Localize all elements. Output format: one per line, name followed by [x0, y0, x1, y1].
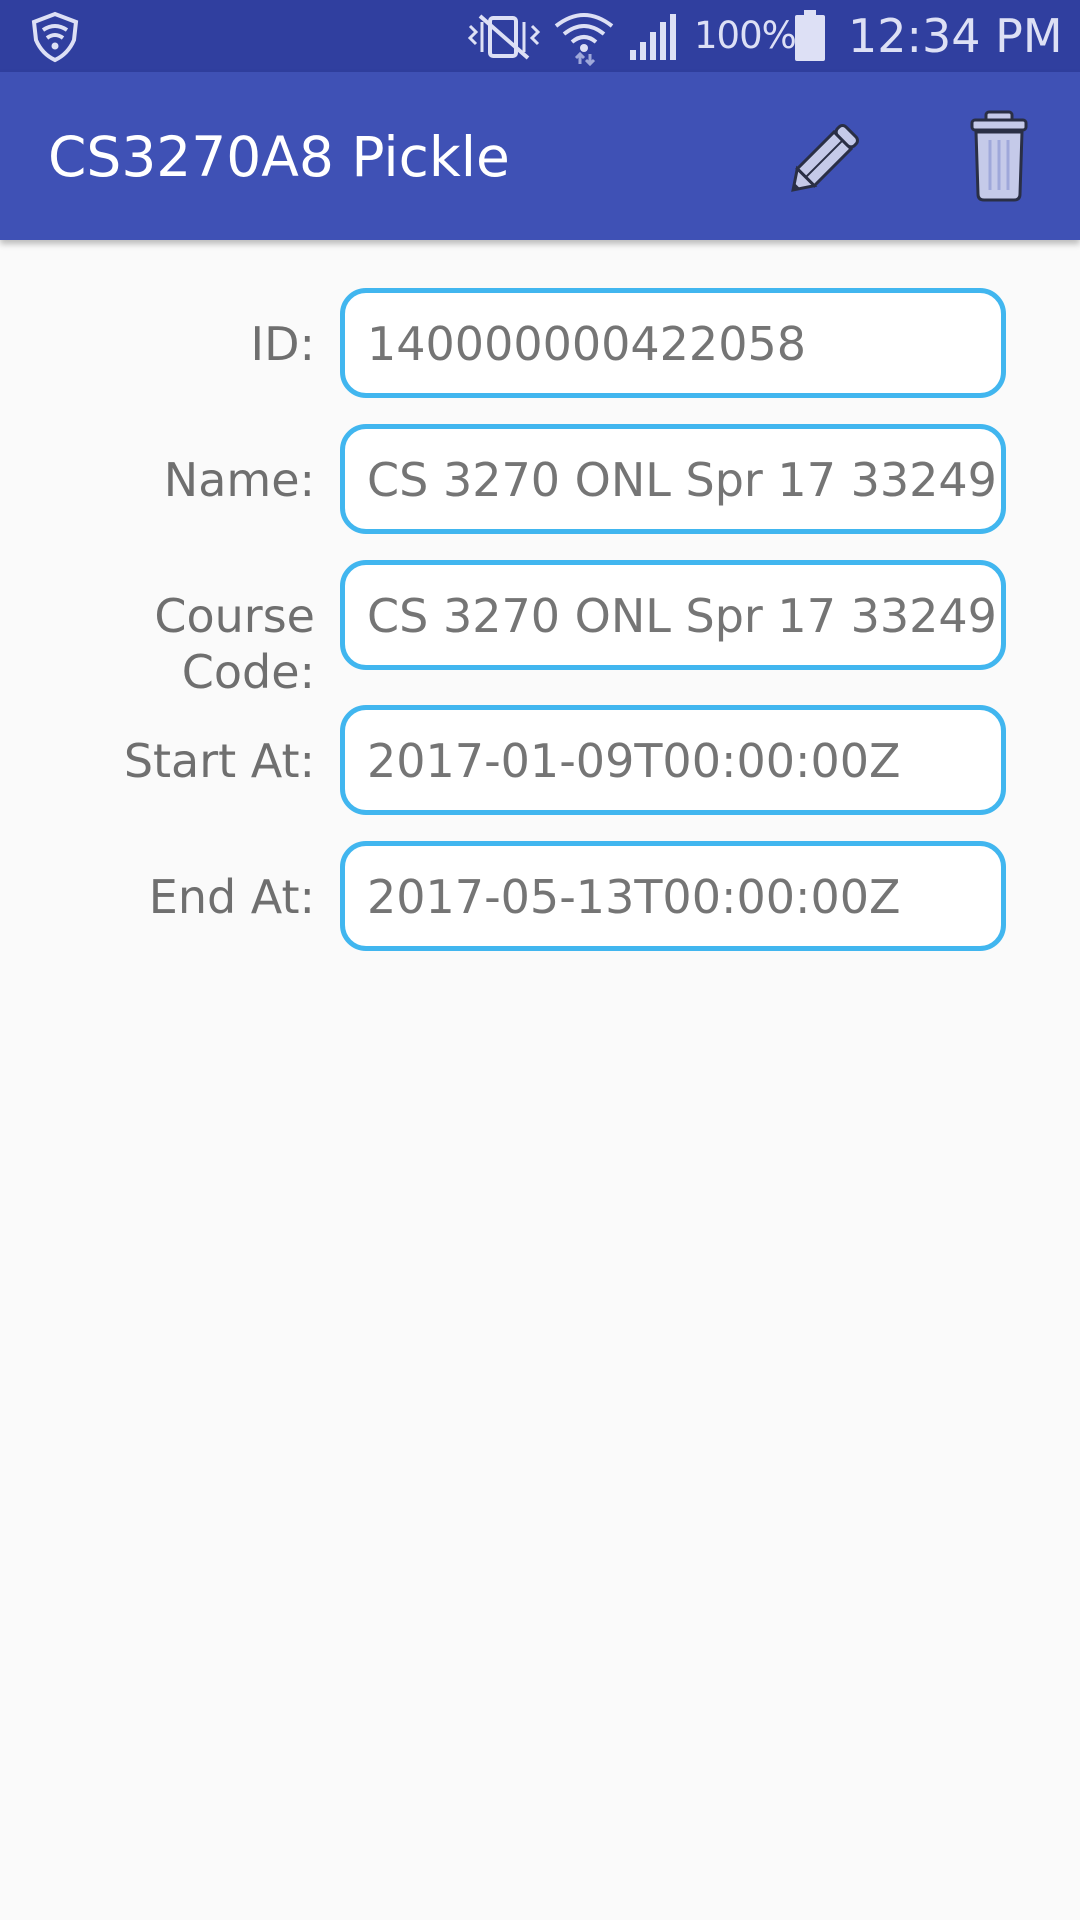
trash-icon: [970, 110, 1028, 202]
course-code-field[interactable]: CS 3270 ONL Spr 17 33249: [340, 560, 1006, 670]
app-title: CS3270A8 Pickle: [48, 125, 510, 189]
battery-icon: [795, 10, 825, 61]
pencil-icon: [791, 124, 859, 192]
end-at-label: End At:: [148, 870, 315, 924]
status-bar: 100% 12:34 PM: [0, 0, 1080, 72]
wifi-icon: [554, 13, 614, 66]
course-code-label-line1: Course: [154, 589, 315, 643]
app-bar: CS3270A8 Pickle: [0, 72, 1080, 240]
start-at-field[interactable]: 2017-01-09T00:00:00Z: [340, 705, 1006, 815]
end-at-value: 2017-05-13T00:00:00Z: [367, 870, 901, 924]
battery-percent: 100%: [694, 14, 797, 57]
end-at-field[interactable]: 2017-05-13T00:00:00Z: [340, 841, 1006, 951]
id-field[interactable]: 140000000422058: [340, 288, 1006, 398]
clock: 12:34 PM: [848, 9, 1063, 63]
course-code-value: CS 3270 ONL Spr 17 33249: [367, 589, 997, 643]
signal-icon: [630, 14, 676, 60]
name-value: CS 3270 ONL Spr 17 33249: [367, 453, 997, 507]
vibrate-mute-icon: [467, 14, 541, 60]
shield-icon: [31, 11, 79, 63]
id-value: 140000000422058: [367, 317, 806, 371]
edit-button[interactable]: [772, 106, 882, 206]
start-at-label: Start At:: [123, 734, 315, 788]
start-at-value: 2017-01-09T00:00:00Z: [367, 734, 901, 788]
course-code-label-line2: Code:: [181, 645, 315, 699]
name-field[interactable]: CS 3270 ONL Spr 17 33249: [340, 424, 1006, 534]
delete-button[interactable]: [944, 106, 1054, 206]
id-label: ID:: [250, 317, 316, 371]
name-label: Name:: [163, 453, 315, 507]
